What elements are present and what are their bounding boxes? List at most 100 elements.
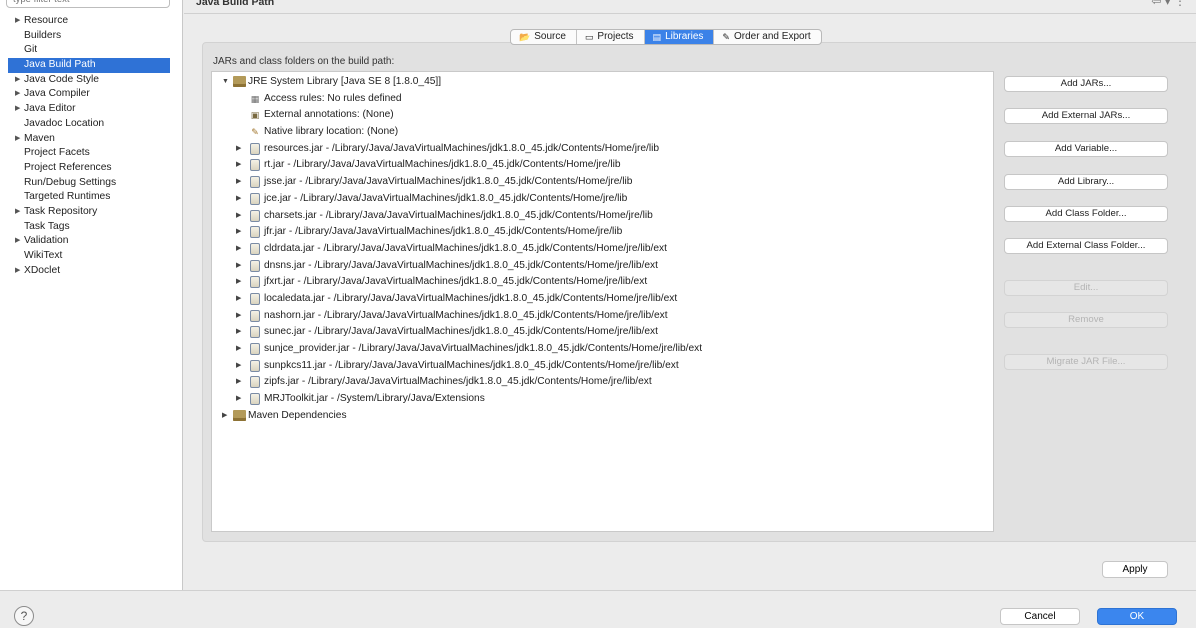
expand-arrow-icon[interactable]: ▶ — [236, 374, 241, 391]
sidebar-item[interactable]: Project References — [0, 161, 182, 176]
tree-row[interactable]: ▶ MRJToolkit.jar - /System/Library/Java/E… — [212, 391, 993, 408]
tab-label: Projects — [597, 31, 634, 42]
tree-row[interactable]: ▶ cldrdata.jar - /Library/Java/JavaVirtua… — [212, 241, 993, 258]
sidebar-item[interactable]: Javadoc Location — [0, 117, 182, 132]
sidebar-item-label: Java Code Style — [24, 73, 99, 85]
expand-arrow-icon[interactable]: ▶ — [15, 205, 20, 220]
expand-arrow-icon[interactable]: ▶ — [236, 224, 241, 241]
tab-source[interactable]: 📂 Source — [511, 30, 577, 44]
tree-row[interactable]: ▶ sunpkcs11.jar - /Library/Java/JavaVirtu… — [212, 358, 993, 375]
tree-row[interactable]: ▶ Maven Dependencies — [212, 408, 993, 425]
expand-arrow-icon[interactable]: ▶ — [236, 341, 241, 358]
tree-row[interactable]: ▶ rt.jar - /Library/Java/JavaVirtualMachi… — [212, 157, 993, 174]
sidebar-item[interactable]: Builders — [0, 29, 182, 44]
tree-row[interactable]: ▶ jfr.jar - /Library/Java/JavaVirtualMach… — [212, 224, 993, 241]
tree-row[interactable]: ▶ resources.jar - /Library/Java/JavaVirtu… — [212, 141, 993, 158]
add-jars-button[interactable]: Add JARs... — [1004, 76, 1168, 92]
expand-arrow-icon[interactable]: ▶ — [15, 87, 20, 102]
tree-row[interactable]: ▶ sunec.jar - /Library/Java/JavaVirtualMa… — [212, 324, 993, 341]
expand-arrow-icon[interactable]: ▶ — [15, 132, 20, 147]
expand-arrow-icon[interactable]: ▶ — [236, 258, 241, 275]
tree-row[interactable]: ▣ External annotations: (None) — [212, 107, 993, 124]
tree-row[interactable]: ▶ sunjce_provider.jar - /Library/Java/Jav… — [212, 341, 993, 358]
more-icon[interactable]: ⋮ — [1174, 0, 1186, 8]
expand-arrow-icon[interactable]: ▶ — [236, 241, 241, 258]
tree-row-label: Access rules: No rules defined — [264, 92, 402, 104]
back-arrow-icon[interactable]: ⇦ — [1151, 0, 1161, 8]
cancel-button[interactable]: Cancel — [1000, 608, 1080, 625]
tree-row[interactable]: ▶ jfxrt.jar - /Library/Java/JavaVirtualMa… — [212, 274, 993, 291]
sidebar-item[interactable]: WikiText — [0, 249, 182, 264]
expand-arrow-icon[interactable]: ▶ — [222, 408, 227, 425]
tree-row-label: MRJToolkit.jar - /System/Library/Java/Ex… — [264, 393, 485, 405]
tree-row[interactable]: ✎ Native library location: (None) — [212, 124, 993, 141]
add-variable-button[interactable]: Add Variable... — [1004, 141, 1168, 157]
tab-projects[interactable]: ▭ Projects — [577, 30, 645, 44]
sidebar-item[interactable]: ▶ Java Editor — [0, 102, 182, 117]
tree-row-label: nashorn.jar - /Library/Java/JavaVirtualM… — [264, 309, 668, 321]
add-external-class-folder-button[interactable]: Add External Class Folder... — [1004, 238, 1168, 254]
add-class-folder-button[interactable]: Add Class Folder... — [1004, 206, 1168, 222]
tree-row-label: jfxrt.jar - /Library/Java/JavaVirtualMac… — [264, 276, 648, 288]
tree-row[interactable]: ▶ zipfs.jar - /Library/Java/JavaVirtualMa… — [212, 374, 993, 391]
tree-row[interactable]: ▼ JRE System Library [Java SE 8 [1.8.0_45… — [212, 74, 993, 91]
expand-arrow-icon[interactable]: ▶ — [15, 234, 20, 249]
help-icon[interactable]: ? — [14, 606, 34, 626]
apply-button[interactable]: Apply — [1102, 561, 1168, 578]
expand-arrow-icon[interactable]: ▶ — [15, 264, 20, 279]
chevron-down-icon[interactable]: ▾ — [1165, 0, 1171, 8]
expand-arrow-icon[interactable]: ▶ — [236, 308, 241, 325]
expand-arrow-icon[interactable]: ▶ — [236, 358, 241, 375]
tree-row[interactable]: ▶ jsse.jar - /Library/Java/JavaVirtualMac… — [212, 174, 993, 191]
tree-row[interactable]: ▶ charsets.jar - /Library/Java/JavaVirtua… — [212, 208, 993, 225]
tree-row-label: jce.jar - /Library/Java/JavaVirtualMachi… — [264, 192, 628, 204]
remove-button[interactable]: Remove — [1004, 312, 1168, 328]
sidebar-item[interactable]: Java Build Path — [8, 58, 170, 73]
expand-arrow-icon[interactable]: ▶ — [236, 191, 241, 208]
jar-icon — [249, 393, 261, 406]
expand-arrow-icon[interactable]: ▶ — [236, 291, 241, 308]
add-library-button[interactable]: Add Library... — [1004, 174, 1168, 190]
sidebar-item[interactable]: Run/Debug Settings — [0, 176, 182, 191]
expand-arrow-icon[interactable]: ▶ — [236, 208, 241, 225]
add-external-jars-button[interactable]: Add External JARs... — [1004, 108, 1168, 124]
jar-icon — [249, 343, 261, 355]
header-menu-icons[interactable]: ⇦ ▾ ⋮ — [1151, 0, 1186, 8]
tree-row[interactable]: ▶ jce.jar - /Library/Java/JavaVirtualMach… — [212, 191, 993, 208]
collapse-arrow-icon[interactable]: ▼ — [222, 74, 229, 91]
sidebar-item[interactable]: Task Tags — [0, 220, 182, 235]
expand-arrow-icon[interactable]: ▶ — [15, 102, 20, 117]
expand-arrow-icon[interactable]: ▶ — [236, 141, 241, 158]
tab-libraries[interactable]: ▤ Libraries — [644, 30, 715, 44]
sidebar-item[interactable]: ▶ Java Compiler — [0, 87, 182, 102]
expand-arrow-icon[interactable]: ▶ — [236, 157, 241, 174]
sidebar-item[interactable]: ▶ XDoclet — [0, 264, 182, 279]
tab-order-and-export[interactable]: ✎ Order and Export — [714, 30, 820, 44]
tree-row[interactable]: ▶ dnsns.jar - /Library/Java/JavaVirtualMa… — [212, 258, 993, 275]
expand-arrow-icon[interactable]: ▶ — [236, 274, 241, 291]
migrate-jar-file-button[interactable]: Migrate JAR File... — [1004, 354, 1168, 370]
ok-button[interactable]: OK — [1097, 608, 1177, 625]
tree-row[interactable]: ▦ Access rules: No rules defined — [212, 91, 993, 108]
sidebar-item-label: WikiText — [24, 250, 63, 261]
libraries-tree[interactable]: ▼ JRE System Library [Java SE 8 [1.8.0_45… — [211, 71, 994, 532]
libraries-tree-content: ▼ JRE System Library [Java SE 8 [1.8.0_45… — [212, 74, 993, 424]
expand-arrow-icon[interactable]: ▶ — [236, 174, 241, 191]
expand-arrow-icon[interactable]: ▶ — [236, 391, 241, 408]
filter-input[interactable] — [6, 0, 170, 8]
sidebar-item[interactable]: Git — [0, 43, 182, 58]
expand-arrow-icon[interactable]: ▶ — [236, 324, 241, 341]
expand-arrow-icon[interactable]: ▶ — [15, 73, 20, 88]
sidebar-item[interactable]: ▶ Maven — [0, 132, 182, 147]
sidebar-item[interactable]: ▶ Java Code Style — [0, 73, 182, 88]
edit-button[interactable]: Edit... — [1004, 280, 1168, 296]
sidebar-item[interactable]: ▶ Validation — [0, 234, 182, 249]
tree-row[interactable]: ▶ nashorn.jar - /Library/Java/JavaVirtual… — [212, 308, 993, 325]
sidebar-item[interactable]: Project Facets — [0, 146, 182, 161]
sidebar-item[interactable]: ▶ Resource — [0, 14, 182, 29]
sidebar-item[interactable]: Targeted Runtimes — [0, 190, 182, 205]
expand-arrow-icon[interactable]: ▶ — [15, 14, 20, 29]
sidebar-item[interactable]: ▶ Task Repository — [0, 205, 182, 220]
jar-icon — [249, 309, 261, 322]
tree-row[interactable]: ▶ localedata.jar - /Library/Java/JavaVirt… — [212, 291, 993, 308]
